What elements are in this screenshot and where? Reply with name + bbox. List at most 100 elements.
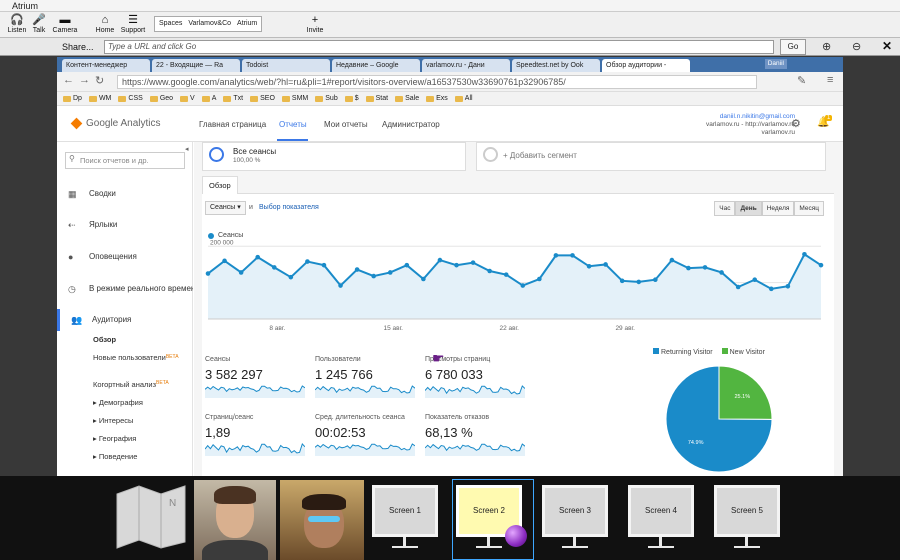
sidebar-sub-overview[interactable]: Обзор (93, 335, 116, 344)
series-point[interactable] (735, 284, 741, 290)
camera-button[interactable]: ▬ Camera (48, 13, 82, 34)
series-point[interactable] (271, 265, 277, 270)
series-point[interactable] (371, 273, 376, 279)
sidebar-sub-behavior[interactable]: ▸ Поведение (93, 452, 137, 461)
sidebar-item-shortcuts[interactable]: ⇠ Ярлыки (57, 214, 193, 236)
invite-button[interactable]: + Invite (298, 13, 332, 34)
browser-tab[interactable]: 22 - Входящие — Ra (152, 59, 240, 72)
bookmark-item[interactable]: SMM (281, 92, 308, 105)
metric-tile-sessions[interactable]: Сеансы 3 582 297 (205, 356, 313, 401)
zoom-in-icon[interactable]: ⊕ (822, 40, 831, 53)
series-point[interactable] (785, 283, 791, 289)
browser-tab[interactable]: Обзор аудитории - (602, 59, 690, 72)
bookmark-item[interactable]: $ (344, 92, 359, 105)
series-point[interactable] (404, 262, 410, 268)
series-point[interactable] (520, 283, 526, 288)
series-point[interactable] (537, 276, 542, 282)
tab-overview[interactable]: Обзор (202, 176, 238, 194)
screen-1-button[interactable]: Screen 1 (372, 485, 450, 548)
nav-reports[interactable]: Отчеты (279, 120, 307, 129)
breadcrumb-org[interactable]: Varlamov&Co (188, 17, 231, 31)
account-selector[interactable]: daniil.n.nikitin@gmail.com varlamov.ru -… (706, 113, 795, 137)
series-point[interactable] (338, 283, 343, 288)
series-point[interactable] (702, 265, 708, 270)
nav-my-reports[interactable]: Мои отчеты (324, 120, 368, 129)
time-day-button[interactable]: День (735, 201, 762, 216)
series-point[interactable] (354, 267, 360, 272)
bookmark-item[interactable]: Dp (63, 92, 82, 105)
browser-tab[interactable]: Контент-менеджер (62, 59, 150, 72)
sidebar-sub-interests[interactable]: ▸ Интересы (93, 416, 133, 425)
series-point[interactable] (768, 286, 774, 292)
bookmark-item[interactable]: Sale (395, 92, 419, 105)
series-point[interactable] (686, 265, 691, 271)
time-hour-button[interactable]: Час (714, 201, 736, 216)
share-button[interactable]: Share... (62, 40, 94, 54)
forward-icon[interactable]: → (79, 74, 90, 86)
browser-tab[interactable]: varlamov.ru - Дани (422, 59, 510, 72)
breadcrumb-atrium[interactable]: Atrium (237, 17, 257, 31)
metric-tile-users[interactable]: Пользователи 1 245 766 (315, 356, 423, 401)
series-point[interactable] (238, 270, 244, 275)
bookmark-item[interactable]: V (180, 92, 195, 105)
reload-icon[interactable]: ↻ (95, 74, 104, 87)
choose-metric-link[interactable]: Выбор показателя (259, 204, 319, 211)
series-point[interactable] (818, 262, 824, 268)
breadcrumb-spaces[interactable]: Spaces (159, 17, 182, 31)
sidebar-item-alerts[interactable]: ● Оповещения (57, 246, 193, 268)
url-input[interactable]: Type a URL and click Go (104, 40, 774, 54)
nav-admin[interactable]: Администратор (382, 120, 440, 129)
bookmark-item[interactable]: CSS (118, 92, 143, 105)
address-bar[interactable]: https://www.google.com/analytics/web/?hl… (117, 75, 757, 89)
browser-tab[interactable]: Недавние – Google (332, 59, 420, 72)
bookmark-item[interactable]: Geo (149, 92, 173, 105)
metric-tile-avg-duration[interactable]: Сред. длительность сеанса 00:02:53 (315, 414, 423, 459)
user-badge[interactable]: Daniil (764, 59, 787, 69)
series-point[interactable] (603, 262, 608, 267)
series-point[interactable] (503, 272, 509, 277)
metric-tile-bounce-rate[interactable]: Показатель отказов 68,13 % (425, 414, 533, 459)
bookmark-item[interactable]: A (201, 92, 216, 105)
bookmark-item[interactable]: Stat (365, 92, 388, 105)
series-point[interactable] (570, 253, 575, 258)
settings-gear-icon[interactable]: ⚙ (791, 117, 801, 130)
time-week-button[interactable]: Неделя (761, 201, 795, 216)
go-button[interactable]: Go (780, 39, 806, 55)
series-point[interactable] (719, 270, 724, 275)
series-point[interactable] (437, 257, 443, 263)
series-point[interactable] (305, 259, 310, 264)
user-orb-icon[interactable] (505, 525, 527, 547)
segment-all-sessions[interactable]: Все сеансы 100,00 % (202, 142, 466, 171)
metric-select[interactable]: Сеансы ▾ (205, 201, 246, 215)
pie-slice-new[interactable] (718, 365, 773, 420)
bookmark-item[interactable]: Exs (426, 92, 448, 105)
report-search-input[interactable]: Поиск отчетов и др. (65, 152, 185, 169)
back-icon[interactable]: ← (63, 74, 74, 86)
series-point[interactable] (288, 274, 294, 280)
sidebar-sub-demographics[interactable]: ▸ Демография (93, 398, 143, 407)
series-point[interactable] (205, 271, 211, 276)
zoom-out-icon[interactable]: ⊖ (852, 40, 861, 53)
sidebar-item-realtime[interactable]: ◷ В режиме реального времени (57, 278, 193, 300)
series-point[interactable] (636, 279, 642, 285)
sidebar-collapse-icon[interactable]: ◂ (185, 145, 193, 155)
webcam-participant-2[interactable] (280, 480, 364, 560)
series-point[interactable] (487, 268, 492, 274)
series-point[interactable] (653, 277, 658, 283)
screen-5-button[interactable]: Screen 5 (714, 485, 792, 548)
support-button[interactable]: ☰ Support (116, 13, 150, 34)
series-point[interactable] (802, 251, 807, 257)
sidebar-sub-geo[interactable]: ▸ География (93, 434, 136, 443)
bookmark-item[interactable]: SEO (250, 92, 275, 105)
screen-3-button[interactable]: Screen 3 (542, 485, 620, 548)
series-point[interactable] (421, 276, 426, 282)
bookmark-item[interactable]: WM (88, 92, 111, 105)
close-icon[interactable]: ✕ (882, 39, 892, 53)
webcam-participant-1[interactable] (194, 480, 276, 560)
series-point[interactable] (255, 254, 261, 260)
series-point[interactable] (387, 270, 393, 275)
series-point[interactable] (619, 278, 625, 284)
time-month-button[interactable]: Месяц (794, 201, 824, 216)
series-point[interactable] (222, 258, 227, 264)
sidebar-sub-cohort[interactable]: Когортный анализBETA (93, 380, 169, 389)
